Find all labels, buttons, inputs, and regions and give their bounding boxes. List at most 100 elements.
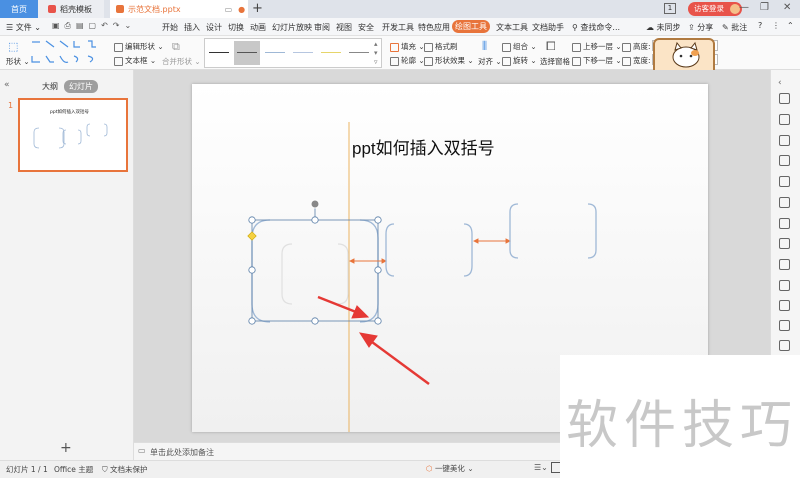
sidebar-template-icon[interactable]	[779, 197, 790, 208]
tab-template-label: 稻壳模板	[60, 4, 92, 14]
selection-box[interactable]	[251, 219, 379, 322]
merge-shape-button[interactable]: 合并形状 ⌄	[162, 56, 201, 67]
line-style-4[interactable]	[290, 41, 316, 65]
double-bracket-shape-middle[interactable]	[385, 223, 473, 277]
menu-transition[interactable]: 切换	[228, 22, 244, 33]
menu-doc-assistant[interactable]: 文档助手	[532, 22, 564, 33]
view-mode-icon[interactable]: ☰⌄	[534, 463, 548, 472]
visitor-login-label: 访客登录	[694, 4, 724, 13]
sidebar-image-icon[interactable]	[779, 238, 790, 249]
sidebar-shape-icon[interactable]	[779, 155, 790, 166]
comment-button[interactable]: ✎ 批注	[722, 22, 747, 33]
menu-text-tools[interactable]: 文本工具	[496, 22, 528, 33]
sidebar-export-icon[interactable]	[779, 259, 790, 270]
menu-drawing-tools[interactable]: 绘图工具	[452, 20, 490, 33]
align-button[interactable]: 对齐 ⌄	[478, 56, 502, 67]
line-style-3[interactable]	[262, 41, 288, 65]
minimize-icon[interactable]: —	[739, 2, 749, 13]
quick-access-toolbar[interactable]: ▣⎙▤▢↶↷⌄	[52, 21, 136, 31]
sidebar-star-icon[interactable]	[779, 176, 790, 187]
help-icon[interactable]: ?	[758, 21, 762, 30]
menu-slideshow[interactable]: 幻灯片放映	[272, 22, 312, 33]
menu-features[interactable]: 特色应用	[418, 22, 450, 33]
new-tab-button[interactable]: +	[252, 1, 263, 16]
gallery-scroll-icon[interactable]: ▴ ▾ ▿	[374, 40, 378, 67]
tab-monitor-icon[interactable]: ▭	[225, 5, 233, 14]
group-icon	[502, 42, 511, 52]
fill-button[interactable]: 填充 ⌄	[390, 41, 425, 52]
shape-button[interactable]: 形状 ⌄	[6, 56, 30, 67]
format-brush-button[interactable]: 格式刷	[424, 41, 458, 52]
send-backward-button[interactable]: 下移一层 ⌄	[572, 55, 622, 66]
wps-logo-icon	[48, 5, 56, 13]
document-protection[interactable]: ⛉ 文档未保护	[102, 464, 148, 475]
menu-design[interactable]: 设计	[206, 22, 222, 33]
outline-icon	[390, 56, 399, 66]
beautify-button[interactable]: ⬡ 一键美化 ⌄	[426, 463, 474, 474]
text-box-button[interactable]: 文本框 ⌄	[114, 55, 156, 66]
expand-sidebar-icon[interactable]: ‹	[778, 78, 782, 88]
rotate-handle-icon[interactable]	[310, 199, 320, 209]
sidebar-table-icon[interactable]	[779, 300, 790, 311]
resize-handles[interactable]	[248, 216, 382, 325]
text-box-icon	[114, 56, 123, 66]
group-button[interactable]: 组合 ⌄	[502, 41, 537, 52]
sidebar-media-icon[interactable]	[779, 280, 790, 291]
double-bracket-shape-selected[interactable]	[251, 219, 379, 323]
sidebar-picture-icon[interactable]	[779, 320, 790, 331]
sidebar-audio-icon[interactable]	[779, 340, 790, 351]
menu-start[interactable]: 开始	[162, 22, 178, 33]
adjust-handle-icon[interactable]	[247, 231, 257, 241]
menu-view[interactable]: 视图	[336, 22, 352, 33]
more-icon[interactable]: ⋮	[772, 21, 780, 30]
theme-name: Office 主题	[54, 465, 94, 474]
shape-gallery[interactable]	[28, 38, 104, 68]
selection-pane-button[interactable]: 选择窗格	[540, 56, 570, 67]
sync-status[interactable]: ☁ 未同步	[646, 22, 681, 33]
annotation-arrow-1	[317, 295, 370, 319]
share-button[interactable]: ⇪ 分享	[688, 22, 713, 33]
tab-document[interactable]: 示范文档.pptx ▭ ●	[110, 0, 248, 18]
maximize-icon[interactable]: ❐	[760, 2, 769, 13]
sidebar-format-icon[interactable]	[779, 135, 790, 146]
tab-document-label: 示范文档.pptx	[128, 4, 181, 14]
visitor-login-button[interactable]: 访客登录	[688, 2, 742, 16]
merge-shape-icon: ⧉	[172, 40, 180, 53]
outline-button[interactable]: 轮廓 ⌄	[390, 55, 425, 66]
tab-slides[interactable]: 幻灯片	[64, 80, 98, 93]
window-count-badge[interactable]: 1	[664, 3, 676, 14]
double-bracket-shape-right[interactable]	[509, 203, 597, 259]
sidebar-copy-icon[interactable]	[779, 114, 790, 125]
align-label: 对齐	[478, 57, 493, 66]
menu-security[interactable]: 安全	[358, 22, 374, 33]
bring-forward-button[interactable]: 上移一层 ⌄	[572, 41, 622, 52]
edit-shape-button[interactable]: 编辑形状 ⌄	[114, 41, 164, 52]
align-icon: ⫴	[482, 39, 488, 53]
close-icon[interactable]: ✕	[783, 2, 791, 13]
shape-icon: ⬚	[8, 40, 19, 53]
slide-thumbnail[interactable]: ppt如何插入双括号	[18, 98, 128, 172]
tab-home[interactable]: 首页	[0, 0, 38, 18]
line-style-1[interactable]	[206, 41, 232, 65]
menu-insert[interactable]: 插入	[184, 22, 200, 33]
menu-animation[interactable]: 动画	[250, 22, 266, 33]
rotate-icon	[502, 56, 511, 66]
add-slide-button[interactable]: +	[60, 440, 72, 456]
line-style-2[interactable]	[234, 41, 260, 65]
menu-file-label: 文件	[15, 23, 32, 32]
search-command[interactable]: ⚲ 查找命令...	[572, 22, 620, 33]
line-style-6[interactable]	[346, 41, 372, 65]
sidebar-chart-icon[interactable]	[779, 218, 790, 229]
tab-template[interactable]: 稻壳模板	[38, 0, 104, 18]
tab-modified-dot-icon[interactable]: ●	[238, 5, 245, 14]
tab-outline[interactable]: 大纲	[42, 81, 58, 92]
shape-effect-button[interactable]: 形状效果 ⌄	[424, 55, 474, 66]
menu-file[interactable]: ☰ 文件 ⌄	[6, 22, 41, 33]
menu-developer[interactable]: 开发工具	[382, 22, 414, 33]
line-style-5[interactable]	[318, 41, 344, 65]
menu-review[interactable]: 审阅	[314, 22, 330, 33]
collapse-ribbon-icon[interactable]: ⌃	[787, 21, 794, 30]
sidebar-cursor-icon[interactable]	[779, 93, 790, 104]
rotate-button[interactable]: 旋转 ⌄	[502, 55, 537, 66]
collapse-panel-icon[interactable]: «	[4, 80, 10, 90]
